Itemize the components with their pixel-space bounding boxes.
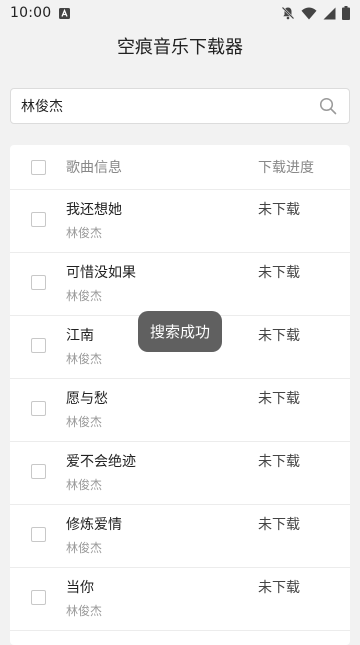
wifi-icon xyxy=(301,7,317,20)
song-title: 修炼爱情 xyxy=(66,517,122,533)
notifications-off-icon xyxy=(281,6,295,20)
song-info: 江南 林俊杰 xyxy=(66,327,102,367)
song-artist: 林俊杰 xyxy=(66,289,103,303)
battery-icon xyxy=(342,6,350,20)
song-title: 愿与愁 xyxy=(66,391,108,407)
song-checkbox[interactable] xyxy=(30,275,46,290)
song-title: 爱不会绝迹 xyxy=(66,454,136,470)
select-all-cell xyxy=(10,145,66,189)
song-artist: 林俊杰 xyxy=(66,352,103,366)
search-bar xyxy=(10,88,350,124)
select-all-checkbox[interactable] xyxy=(30,159,46,175)
song-info: 当你 林俊杰 xyxy=(66,579,102,619)
song-checkbox[interactable] xyxy=(30,338,46,353)
song-info: 可惜没如果 林俊杰 xyxy=(66,264,136,304)
checkbox-cell xyxy=(10,190,66,227)
song-checkbox[interactable] xyxy=(30,212,46,227)
search-button[interactable] xyxy=(315,93,341,119)
checkbox-cell xyxy=(10,253,66,290)
status-left: 10:00 xyxy=(10,5,71,21)
download-status: 未下载 xyxy=(258,391,300,407)
header-download-progress: 下载进度 xyxy=(258,160,314,176)
song-row[interactable]: 当你 林俊杰 未下载 xyxy=(10,568,350,631)
song-info: 我还想她 林俊杰 xyxy=(66,201,122,241)
song-row[interactable]: 修炼爱情 林俊杰 未下载 xyxy=(10,505,350,568)
download-status: 未下载 xyxy=(258,328,300,344)
download-status: 未下载 xyxy=(258,580,300,596)
checkbox-cell xyxy=(10,379,66,416)
song-checkbox[interactable] xyxy=(30,590,46,605)
song-title: 可惜没如果 xyxy=(66,265,136,281)
song-artist: 林俊杰 xyxy=(66,604,103,618)
song-row[interactable]: 爱不会绝迹 林俊杰 未下载 xyxy=(10,442,350,505)
app-title: 空痕音乐下载器 xyxy=(117,37,243,58)
song-artist: 林俊杰 xyxy=(66,541,103,555)
status-time: 10:00 xyxy=(10,5,52,21)
song-info: 愿与愁 林俊杰 xyxy=(66,390,108,430)
song-row[interactable]: 愿与愁 林俊杰 未下载 xyxy=(10,379,350,442)
cellular-signal-icon xyxy=(323,7,336,20)
notification-a-icon xyxy=(59,7,71,19)
song-row[interactable]: 可惜没如果 林俊杰 未下载 xyxy=(10,253,350,316)
header-song-info: 歌曲信息 xyxy=(66,160,122,176)
song-info: 爱不会绝迹 林俊杰 xyxy=(66,453,136,493)
song-checkbox[interactable] xyxy=(30,401,46,416)
download-status: 未下载 xyxy=(258,202,300,218)
status-bar: 10:00 xyxy=(0,0,360,26)
checkbox-cell xyxy=(10,316,66,353)
toast-text: 搜索成功 xyxy=(149,323,210,341)
song-row[interactable]: 我还想她 林俊杰 未下载 xyxy=(10,190,350,253)
download-status: 未下载 xyxy=(258,517,300,533)
song-title: 江南 xyxy=(66,328,94,344)
download-status: 未下载 xyxy=(258,265,300,281)
list-header: 歌曲信息 下载进度 xyxy=(10,145,350,190)
song-list: 歌曲信息 下载进度 我还想她 林俊杰 未下载 可惜没如果 林俊杰 未下载 江南 … xyxy=(10,145,350,645)
song-title: 当你 xyxy=(66,580,94,596)
checkbox-cell xyxy=(10,568,66,605)
download-status: 未下载 xyxy=(258,454,300,470)
song-artist: 林俊杰 xyxy=(66,226,103,240)
toast-message: 搜索成功 xyxy=(138,311,222,352)
song-artist: 林俊杰 xyxy=(66,415,103,429)
song-title: 我还想她 xyxy=(66,202,122,218)
app-bar: 空痕音乐下载器 xyxy=(0,26,360,66)
checkbox-cell xyxy=(10,442,66,479)
status-right xyxy=(281,6,350,20)
search-icon xyxy=(319,97,337,115)
checkbox-cell xyxy=(10,505,66,542)
song-checkbox[interactable] xyxy=(30,464,46,479)
song-checkbox[interactable] xyxy=(30,527,46,542)
song-info: 修炼爱情 林俊杰 xyxy=(66,516,122,556)
song-artist: 林俊杰 xyxy=(66,478,103,492)
search-input[interactable] xyxy=(21,91,315,121)
